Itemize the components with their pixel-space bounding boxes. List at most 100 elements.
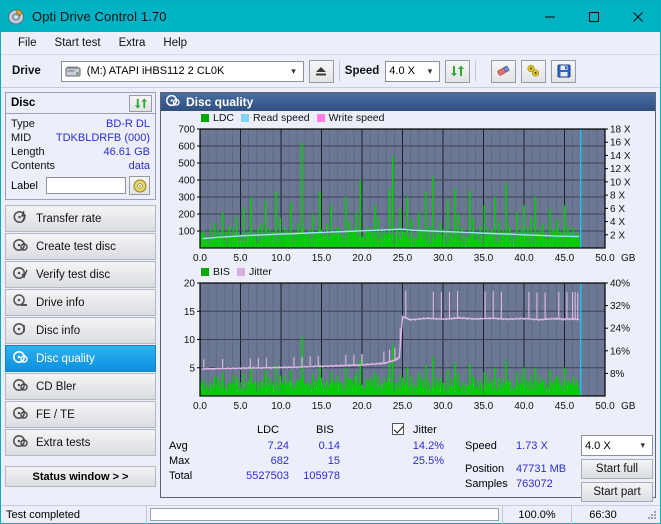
result-speed-value: 4.0 X [585,439,611,452]
stats-position-label: Position [465,463,505,475]
status-message: Test completed [1,505,147,524]
svg-text:4 X: 4 X [610,217,625,228]
start-part-button[interactable]: Start part [581,482,653,502]
svg-text:5.0: 5.0 [234,253,248,264]
drive-select[interactable]: (M:) ATAPI iHBS112 2 CL0K ▾ [60,60,304,82]
sidebar-item-transfer-rate[interactable]: Transfer rate [5,205,156,232]
menu-extra[interactable]: Extra [110,34,155,52]
disc-icon [8,8,25,25]
menu-file[interactable]: File [9,34,46,52]
tools-button[interactable] [521,59,547,83]
disc-panel-title: Disc [11,97,36,109]
svg-text:10.0: 10.0 [271,401,291,412]
status-bar: Test completed 100.0% 66:30 [1,505,660,524]
eject-button[interactable] [308,59,334,83]
bottom-chart-legend: BIS Jitter [201,266,272,278]
svg-text:2 X: 2 X [610,230,625,241]
bottom-chart: BIS Jitter 5 10 15 20 8% 16% 24% 32% 40% 0.0 5.0 10… [161,266,655,421]
legend-swatch-write-speed [316,114,325,122]
sidebar-item-label: Drive info [36,296,85,309]
legend-swatch-ldc [201,114,209,122]
sidebar-item-cd-bler[interactable]: CD Bler [5,373,156,400]
legend-label-jitter: Jitter [248,266,272,278]
window-title: Opti Drive Control 1.70 [32,9,167,24]
svg-text:10.0: 10.0 [271,253,291,264]
sidebar-item-label: Transfer rate [36,212,102,225]
svg-text:100: 100 [178,227,195,238]
erase-button[interactable] [491,59,517,83]
svg-text:15.0: 15.0 [312,401,332,412]
toolbar-divider-1 [338,60,340,82]
status-percent: 100.0% [502,505,572,524]
wrench-icon [527,64,539,77]
sidebar-item-label: Extra tests [36,436,91,449]
svg-text:12 X: 12 X [610,164,631,175]
svg-text:35.0: 35.0 [474,401,494,412]
sidebar-item-label: FE / TE [36,408,75,421]
stats-row-label-total: Total [169,470,193,482]
save-button[interactable] [551,59,577,83]
speed-select[interactable]: 4.0 X ▾ [385,60,441,82]
disc-row-key: Contents [11,160,56,172]
disc-row-value: TDKBLDRFB (000) [55,132,150,144]
close-button[interactable] [616,1,660,32]
svg-text:200: 200 [178,210,195,221]
stats-area: LDC BIS Jitter Avg 7.24 0.14 14.2% Max 6… [161,421,655,502]
disc-row-value: 46.61 GB [103,146,150,158]
sidebar-item-label: CD Bler [36,380,77,393]
svg-text:40.0: 40.0 [514,253,534,264]
svg-text:50.0: 50.0 [595,401,615,412]
refresh-button[interactable] [445,59,471,83]
result-speed-select[interactable]: 4.0 X ▾ [581,435,653,456]
disc-row-key: MID [11,132,32,144]
cd-bler-icon [13,378,28,395]
top-chart: LDC Read speed Write speed 100 200 300 400 5… [161,111,655,266]
svg-text:32%: 32% [610,301,630,312]
disc-label-input[interactable] [46,177,126,194]
svg-text:35.0: 35.0 [474,253,494,264]
svg-text:10 X: 10 X [610,177,631,188]
svg-text:5.0: 5.0 [234,401,248,412]
create-disc-icon [13,238,28,255]
resize-grip-icon[interactable] [646,509,657,520]
menu-start-test[interactable]: Start test [46,34,110,52]
disc-label-row: Label [11,176,150,195]
disc-info-rows: Type BD-R DL MID TDKBLDRFB (000) Length … [6,114,155,199]
svg-text:6 X: 6 X [610,204,625,215]
start-full-button[interactable]: Start full [581,459,653,479]
stats-row-label-avg: Avg [169,440,188,452]
verify-disc-icon [13,266,28,283]
sidebar-item-verify-test-disc[interactable]: Verify test disc [5,261,156,288]
toolbar-divider-2 [475,60,477,82]
stats-max-jitter: 25.5% [412,455,444,467]
sidebar-item-fe-te[interactable]: FE / TE [5,401,156,428]
sidebar-item-extra-tests[interactable]: Extra tests [5,429,156,456]
stats-samples-value: 763072 [516,478,553,490]
disc-refresh-button[interactable] [129,94,152,112]
progress-bar [150,508,499,521]
svg-text:20.0: 20.0 [352,253,372,264]
disc-quality-icon [166,94,180,110]
svg-text:GB: GB [621,253,636,264]
left-sidebar: Disc Type BD-R DL MID TDKBLDRFB (000) Le… [1,88,159,501]
sidebar-item-label: Disc info [36,324,81,337]
disc-row-value: BD-R DL [105,118,150,130]
stats-position-value: 47731 MB [516,463,567,475]
top-chart-svg: 100 200 300 400 500 600 700 2 X 4 X 6 X 8 X 10 X 12 … [178,125,636,264]
stats-total-ldc: 5527503 [246,470,289,482]
sidebar-item-create-test-disc[interactable]: Create test disc [5,233,156,260]
legend-label-write-speed: Write speed [328,112,385,124]
status-window-button[interactable]: Status window > > [5,466,156,487]
sidebar-item-disc-quality[interactable]: Disc quality [5,345,156,372]
minimize-button[interactable] [528,1,572,32]
status-elapsed: 66:30 [589,508,617,521]
disc-label-button[interactable] [129,176,150,195]
maximize-button[interactable] [572,1,616,32]
menu-help[interactable]: Help [154,34,196,52]
page-title: Disc quality [186,95,254,109]
sidebar-item-disc-info[interactable]: Disc info [5,317,156,344]
sidebar-item-drive-info[interactable]: Drive info [5,289,156,316]
svg-text:600: 600 [178,142,195,153]
jitter-checkbox[interactable] [392,423,404,436]
floppy-save-icon [557,64,571,78]
